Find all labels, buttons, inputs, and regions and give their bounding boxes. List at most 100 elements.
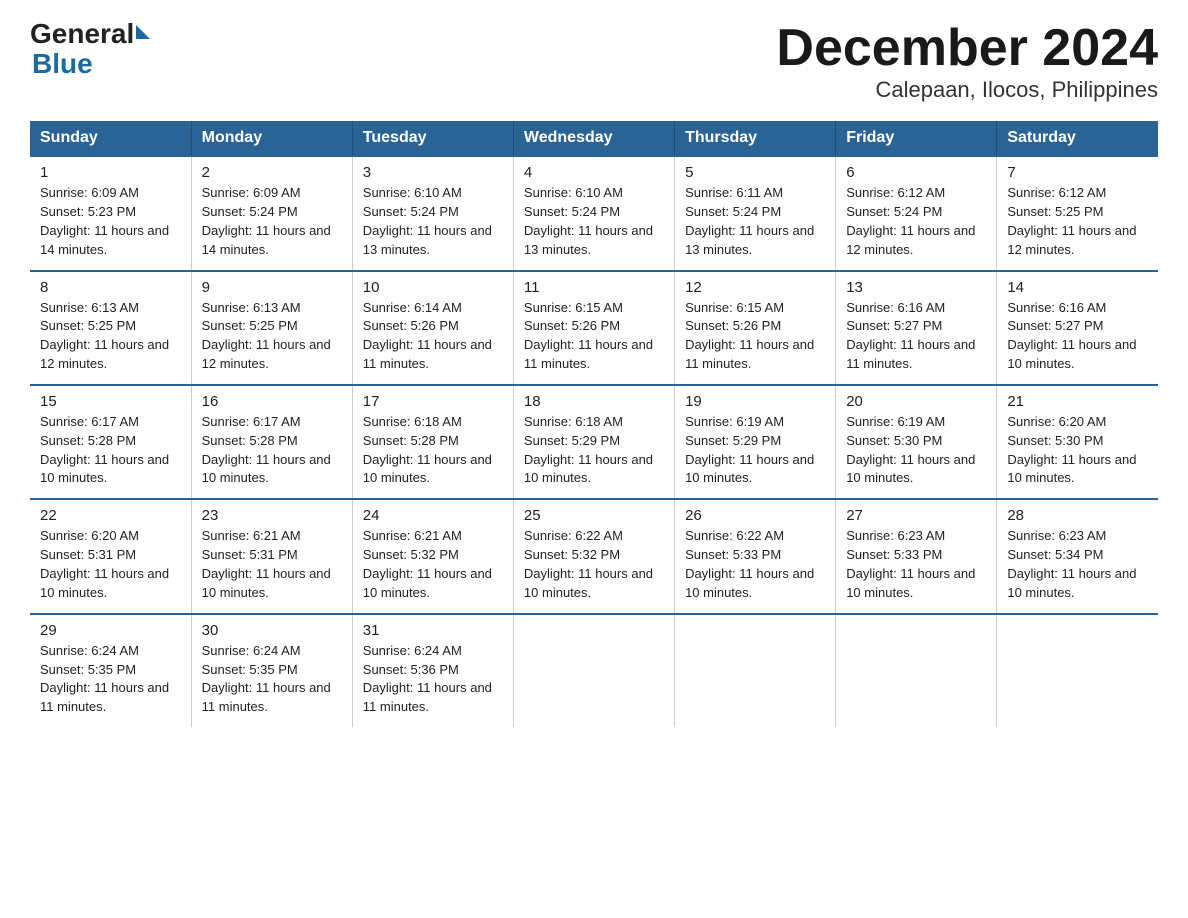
- table-row: 5 Sunrise: 6:11 AMSunset: 5:24 PMDaylight…: [675, 156, 836, 270]
- day-number: 21: [1007, 393, 1148, 410]
- day-info: Sunrise: 6:10 AMSunset: 5:24 PMDaylight:…: [363, 184, 503, 259]
- col-thursday: Thursday: [675, 121, 836, 156]
- table-row: 31 Sunrise: 6:24 AMSunset: 5:36 PMDayligh…: [352, 614, 513, 727]
- day-info: Sunrise: 6:17 AMSunset: 5:28 PMDaylight:…: [202, 413, 342, 488]
- day-number: 20: [846, 393, 986, 410]
- day-number: 12: [685, 279, 825, 296]
- day-number: 6: [846, 164, 986, 181]
- table-row: 2 Sunrise: 6:09 AMSunset: 5:24 PMDaylight…: [191, 156, 352, 270]
- day-info: Sunrise: 6:11 AMSunset: 5:24 PMDaylight:…: [685, 184, 825, 259]
- table-row: 14Sunrise: 6:16 AMSunset: 5:27 PMDayligh…: [997, 271, 1158, 385]
- calendar-week-row: 8 Sunrise: 6:13 AMSunset: 5:25 PMDaylight…: [30, 271, 1158, 385]
- table-row: [513, 614, 674, 727]
- day-number: 26: [685, 507, 825, 524]
- table-row: 15 Sunrise: 6:17 AMSunset: 5:28 PMDayligh…: [30, 385, 191, 499]
- day-info: Sunrise: 6:10 AMSunset: 5:24 PMDaylight:…: [524, 184, 664, 259]
- day-info: Sunrise: 6:15 AMSunset: 5:26 PMDaylight:…: [524, 299, 664, 374]
- day-number: 23: [202, 507, 342, 524]
- day-number: 7: [1007, 164, 1148, 181]
- day-number: 30: [202, 622, 342, 639]
- calendar-week-row: 22 Sunrise: 6:20 AMSunset: 5:31 PMDayligh…: [30, 499, 1158, 613]
- table-row: 13 Sunrise: 6:16 AMSunset: 5:27 PMDayligh…: [836, 271, 997, 385]
- day-number: 9: [202, 279, 342, 296]
- day-info: Sunrise: 6:24 AMSunset: 5:36 PMDaylight:…: [363, 642, 503, 717]
- table-row: 12 Sunrise: 6:15 AMSunset: 5:26 PMDayligh…: [675, 271, 836, 385]
- table-row: 24 Sunrise: 6:21 AMSunset: 5:32 PMDayligh…: [352, 499, 513, 613]
- table-row: 20 Sunrise: 6:19 AMSunset: 5:30 PMDayligh…: [836, 385, 997, 499]
- day-number: 2: [202, 164, 342, 181]
- day-info: Sunrise: 6:14 AMSunset: 5:26 PMDaylight:…: [363, 299, 503, 374]
- day-info: Sunrise: 6:22 AMSunset: 5:33 PMDaylight:…: [685, 527, 825, 602]
- day-number: 11: [524, 279, 664, 296]
- page-header: General Blue December 2024 Calepaan, Ilo…: [30, 20, 1158, 103]
- day-number: 3: [363, 164, 503, 181]
- table-row: 30Sunrise: 6:24 AMSunset: 5:35 PMDayligh…: [191, 614, 352, 727]
- day-info: Sunrise: 6:23 AMSunset: 5:33 PMDaylight:…: [846, 527, 986, 602]
- day-number: 5: [685, 164, 825, 181]
- day-info: Sunrise: 6:12 AMSunset: 5:24 PMDaylight:…: [846, 184, 986, 259]
- table-row: 26 Sunrise: 6:22 AMSunset: 5:33 PMDayligh…: [675, 499, 836, 613]
- day-info: Sunrise: 6:21 AMSunset: 5:31 PMDaylight:…: [202, 527, 342, 602]
- day-number: 31: [363, 622, 503, 639]
- day-number: 24: [363, 507, 503, 524]
- calendar-subtitle: Calepaan, Ilocos, Philippines: [776, 77, 1158, 103]
- title-block: December 2024 Calepaan, Ilocos, Philippi…: [776, 20, 1158, 103]
- day-info: Sunrise: 6:18 AMSunset: 5:29 PMDaylight:…: [524, 413, 664, 488]
- table-row: 18Sunrise: 6:18 AMSunset: 5:29 PMDayligh…: [513, 385, 674, 499]
- table-row: 27Sunrise: 6:23 AMSunset: 5:33 PMDayligh…: [836, 499, 997, 613]
- table-row: 1 Sunrise: 6:09 AMSunset: 5:23 PMDaylight…: [30, 156, 191, 270]
- table-row: 6 Sunrise: 6:12 AMSunset: 5:24 PMDaylight…: [836, 156, 997, 270]
- table-row: 23 Sunrise: 6:21 AMSunset: 5:31 PMDayligh…: [191, 499, 352, 613]
- day-number: 19: [685, 393, 825, 410]
- day-info: Sunrise: 6:15 AMSunset: 5:26 PMDaylight:…: [685, 299, 825, 374]
- day-number: 25: [524, 507, 664, 524]
- day-info: Sunrise: 6:19 AMSunset: 5:29 PMDaylight:…: [685, 413, 825, 488]
- day-number: 1: [40, 164, 181, 181]
- col-monday: Monday: [191, 121, 352, 156]
- day-info: Sunrise: 6:20 AMSunset: 5:31 PMDaylight:…: [40, 527, 181, 602]
- logo-blue: Blue: [32, 48, 93, 80]
- logo-arrow-icon: [136, 25, 150, 39]
- day-info: Sunrise: 6:09 AMSunset: 5:23 PMDaylight:…: [40, 184, 181, 259]
- logo: General Blue: [30, 20, 150, 80]
- table-row: 8 Sunrise: 6:13 AMSunset: 5:25 PMDaylight…: [30, 271, 191, 385]
- day-info: Sunrise: 6:09 AMSunset: 5:24 PMDaylight:…: [202, 184, 342, 259]
- table-row: 4 Sunrise: 6:10 AMSunset: 5:24 PMDaylight…: [513, 156, 674, 270]
- day-number: 13: [846, 279, 986, 296]
- day-info: Sunrise: 6:24 AMSunset: 5:35 PMDaylight:…: [40, 642, 181, 717]
- day-info: Sunrise: 6:19 AMSunset: 5:30 PMDaylight:…: [846, 413, 986, 488]
- day-number: 15: [40, 393, 181, 410]
- day-number: 16: [202, 393, 342, 410]
- day-number: 8: [40, 279, 181, 296]
- day-info: Sunrise: 6:13 AMSunset: 5:25 PMDaylight:…: [202, 299, 342, 374]
- day-info: Sunrise: 6:21 AMSunset: 5:32 PMDaylight:…: [363, 527, 503, 602]
- day-info: Sunrise: 6:12 AMSunset: 5:25 PMDaylight:…: [1007, 184, 1148, 259]
- table-row: 9 Sunrise: 6:13 AMSunset: 5:25 PMDaylight…: [191, 271, 352, 385]
- table-row: 10 Sunrise: 6:14 AMSunset: 5:26 PMDayligh…: [352, 271, 513, 385]
- table-row: 16 Sunrise: 6:17 AMSunset: 5:28 PMDayligh…: [191, 385, 352, 499]
- day-info: Sunrise: 6:17 AMSunset: 5:28 PMDaylight:…: [40, 413, 181, 488]
- calendar-week-row: 1 Sunrise: 6:09 AMSunset: 5:23 PMDaylight…: [30, 156, 1158, 270]
- day-number: 10: [363, 279, 503, 296]
- day-info: Sunrise: 6:23 AMSunset: 5:34 PMDaylight:…: [1007, 527, 1148, 602]
- table-row: [836, 614, 997, 727]
- table-row: 28 Sunrise: 6:23 AMSunset: 5:34 PMDayligh…: [997, 499, 1158, 613]
- calendar-header-row: Sunday Monday Tuesday Wednesday Thursday…: [30, 121, 1158, 156]
- col-tuesday: Tuesday: [352, 121, 513, 156]
- day-info: Sunrise: 6:13 AMSunset: 5:25 PMDaylight:…: [40, 299, 181, 374]
- day-number: 4: [524, 164, 664, 181]
- table-row: 7 Sunrise: 6:12 AMSunset: 5:25 PMDaylight…: [997, 156, 1158, 270]
- table-row: 22 Sunrise: 6:20 AMSunset: 5:31 PMDayligh…: [30, 499, 191, 613]
- table-row: 25Sunrise: 6:22 AMSunset: 5:32 PMDayligh…: [513, 499, 674, 613]
- table-row: 17Sunrise: 6:18 AMSunset: 5:28 PMDayligh…: [352, 385, 513, 499]
- table-row: 11 Sunrise: 6:15 AMSunset: 5:26 PMDayligh…: [513, 271, 674, 385]
- day-info: Sunrise: 6:16 AMSunset: 5:27 PMDaylight:…: [1007, 299, 1148, 374]
- table-row: [997, 614, 1158, 727]
- day-number: 17: [363, 393, 503, 410]
- table-row: [675, 614, 836, 727]
- table-row: 21Sunrise: 6:20 AMSunset: 5:30 PMDayligh…: [997, 385, 1158, 499]
- day-number: 28: [1007, 507, 1148, 524]
- day-info: Sunrise: 6:16 AMSunset: 5:27 PMDaylight:…: [846, 299, 986, 374]
- calendar-title: December 2024: [776, 20, 1158, 77]
- day-number: 22: [40, 507, 181, 524]
